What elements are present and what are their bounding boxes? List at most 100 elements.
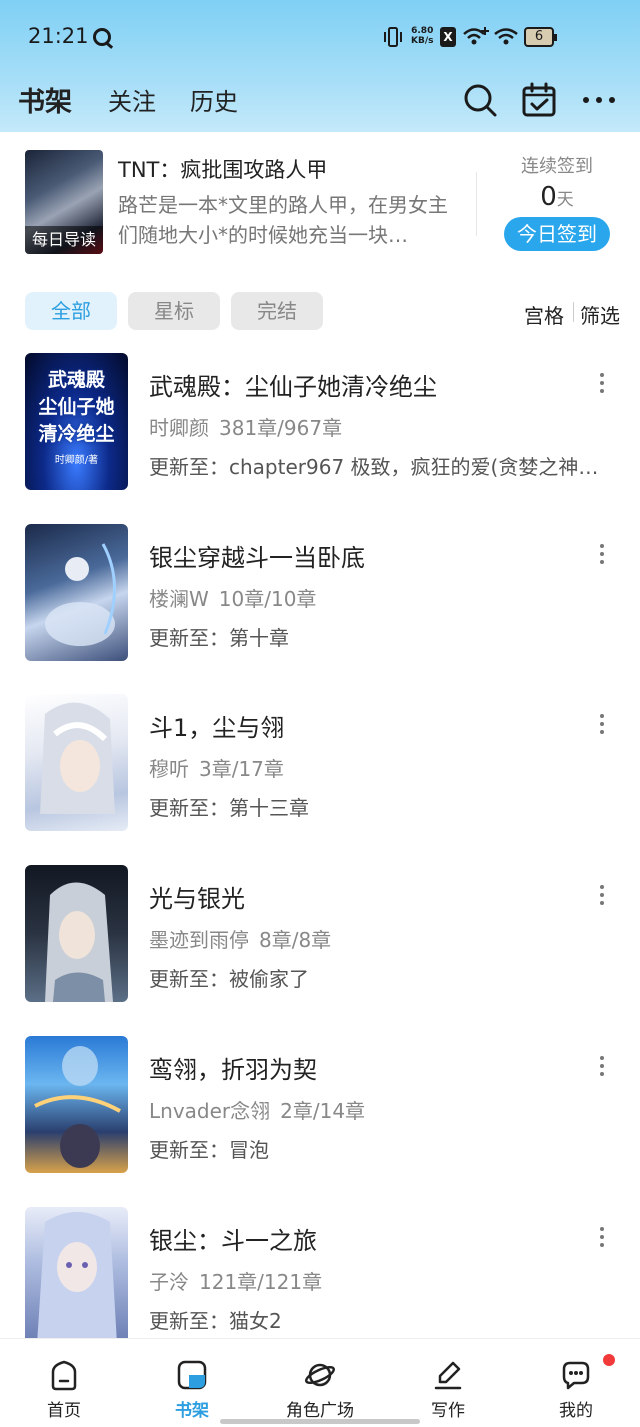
sign-in-streak-label: 连续签到 — [521, 156, 593, 177]
sign-in-days: 0 — [540, 182, 557, 212]
cover-author: 时卿颜/著 — [54, 455, 99, 466]
notification-badge — [603, 1354, 615, 1366]
more-vertical-icon[interactable] — [596, 885, 608, 909]
nav-character-plaza[interactable]: 角色广场 — [256, 1339, 384, 1427]
book-title[interactable]: 武魂殿：尘仙子她清冷绝尘 — [149, 367, 437, 402]
book-meta: 穆听 3章/17章 — [149, 753, 284, 782]
nav-write-label: 写作 — [431, 1401, 465, 1421]
sign-in-unit: 天 — [556, 190, 574, 210]
book-cover[interactable] — [25, 865, 128, 1002]
planet-icon — [304, 1363, 336, 1387]
book-author: 墨迹到雨停 — [149, 928, 249, 952]
pen-icon — [434, 1361, 462, 1390]
book-chapters: 8章/8章 — [259, 928, 332, 952]
daily-reading-card[interactable]: 每日导读 TNT：疯批围攻路人甲 路芒是一本*文里的路人甲，在男女主们随地大小*… — [0, 132, 640, 272]
filter-starred[interactable]: 星标 — [128, 292, 220, 330]
network-speed-value: 6.80 — [411, 26, 434, 36]
daily-reading-title[interactable]: TNT：疯批围攻路人甲 — [118, 154, 327, 184]
book-author: 楼澜W — [149, 587, 209, 611]
book-title[interactable]: 光与银光 — [149, 879, 245, 914]
more-vertical-icon[interactable] — [596, 373, 608, 397]
more-vertical-icon[interactable] — [596, 714, 608, 738]
cover-illustration — [34, 1046, 121, 1168]
more-vertical-icon[interactable] — [596, 1227, 608, 1251]
book-update: 更新至：第十三章 — [149, 796, 309, 820]
nav-write[interactable]: 写作 — [384, 1339, 512, 1427]
daily-reading-tag: 每日导读 — [25, 226, 103, 254]
filter-button[interactable]: 筛选 — [580, 300, 620, 329]
vibrate-icon — [384, 27, 402, 47]
book-meta: Lnvader念翎 2章/14章 — [149, 1095, 365, 1124]
grid-view-button[interactable]: 宫格 — [524, 300, 564, 329]
cover-illustration — [45, 543, 116, 646]
book-update: 更新至：被偷家了 — [149, 967, 309, 991]
tab-history[interactable]: 历史 — [190, 82, 238, 117]
book-cover[interactable] — [25, 694, 128, 831]
daily-reading-description: 路芒是一本*文里的路人甲，在男女主们随地大小*的时候她充当一块… — [118, 193, 448, 247]
divider — [573, 302, 574, 322]
book-item[interactable]: 斗1，尘与翎 穆听 3章/17章 更新至：第十三章 — [0, 694, 640, 864]
book-chapters: 3章/17章 — [199, 757, 284, 781]
x-app-icon: X — [440, 27, 456, 47]
book-chapters: 121章/121章 — [199, 1270, 323, 1294]
filter-all[interactable]: 全部 — [25, 292, 117, 330]
book-cover[interactable] — [25, 524, 128, 661]
divider — [476, 172, 477, 236]
more-icon[interactable] — [581, 82, 617, 118]
book-meta: 子泠 121章/121章 — [149, 1266, 322, 1295]
filter-completed[interactable]: 完结 — [231, 292, 323, 330]
cover-illustration — [37, 1212, 117, 1344]
book-title[interactable]: 银尘穿越斗一当卧底 — [149, 538, 365, 573]
book-item[interactable]: 鸾翎，折羽为契 Lnvader念翎 2章/14章 更新至：冒泡 — [0, 1036, 640, 1206]
book-item[interactable]: 光与银光 墨迹到雨停 8章/8章 更新至：被偷家了 — [0, 865, 640, 1035]
book-author: 子泠 — [149, 1270, 189, 1294]
message-icon — [562, 1361, 590, 1390]
more-vertical-icon[interactable] — [596, 1056, 608, 1080]
book-meta: 墨迹到雨停 8章/8章 — [149, 924, 331, 953]
cover-illustration — [45, 882, 113, 1002]
book-chapters: 2章/14章 — [280, 1099, 366, 1123]
book-title[interactable]: 斗1，尘与翎 — [149, 708, 284, 743]
book-chapters: 381章/967章 — [219, 416, 343, 440]
wifi-plus-icon — [463, 27, 489, 45]
status-bar: 21:21 6.80 KB/s X 6 — [0, 0, 640, 72]
book-cover[interactable] — [25, 1036, 128, 1173]
book-title[interactable]: 鸾翎，折羽为契 — [149, 1050, 317, 1085]
wifi-icon — [494, 28, 518, 45]
book-cover[interactable]: 武魂殿 尘仙子她 清冷绝尘 时卿颜/著 — [25, 353, 128, 490]
network-speed-unit: KB/s — [411, 36, 434, 46]
tab-following[interactable]: 关注 — [108, 82, 156, 117]
nav-home-label: 首页 — [47, 1401, 81, 1421]
book-author: 穆听 — [149, 757, 189, 781]
nav-bookshelf-label: 书架 — [175, 1401, 209, 1421]
book-update: 更新至：第十章 — [149, 626, 289, 650]
status-time: 21:21 — [28, 24, 89, 48]
book-item[interactable]: 武魂殿 尘仙子她 清冷绝尘 时卿颜/著 武魂殿：尘仙子她清冷绝尘 时卿颜 381章/9… — [0, 353, 640, 523]
book-title[interactable]: 银尘：斗一之旅 — [149, 1221, 317, 1256]
network-speed: 6.80 KB/s — [411, 26, 433, 46]
sign-in-button[interactable]: 今日签到 — [504, 217, 610, 251]
book-update: 更新至：冒泡 — [149, 1138, 269, 1162]
bookshelf-icon — [177, 1360, 207, 1390]
nav-home[interactable]: 首页 — [0, 1339, 128, 1427]
tab-bookshelf[interactable]: 书架 — [18, 80, 72, 119]
home-indicator[interactable] — [220, 1419, 420, 1424]
book-update: 更新至：猫女2 — [149, 1309, 282, 1333]
home-icon — [51, 1360, 77, 1391]
nav-character-plaza-label: 角色广场 — [286, 1401, 354, 1421]
book-author: Lnvader念翎 — [149, 1099, 271, 1123]
nav-me[interactable]: 我的 — [512, 1339, 640, 1427]
book-author: 时卿颜 — [149, 416, 209, 440]
book-cover[interactable] — [25, 1207, 128, 1344]
nav-bookshelf[interactable]: 书架 — [128, 1339, 256, 1427]
more-vertical-icon[interactable] — [596, 544, 608, 568]
bottom-nav: 首页 书架 角色广场 写作 我的 — [0, 1338, 640, 1427]
book-item[interactable]: 银尘穿越斗一当卧底 楼澜W 10章/10章 更新至：第十章 — [0, 524, 640, 694]
calendar-icon[interactable] — [521, 82, 557, 118]
nav-me-label: 我的 — [559, 1401, 593, 1421]
search-icon[interactable] — [462, 82, 498, 118]
book-meta: 楼澜W 10章/10章 — [149, 583, 316, 612]
q-app-icon — [93, 28, 111, 46]
daily-reading-cover[interactable]: 每日导读 — [25, 150, 103, 254]
battery-icon: 6 — [524, 27, 557, 47]
